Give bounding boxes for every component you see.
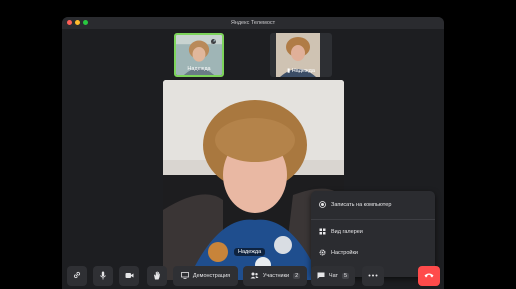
window-title: Яндекс Телемост [230,20,276,26]
minimize-window-button[interactable] [75,20,80,25]
speaker-name-label: Надежда [234,248,266,256]
camera-button[interactable] [119,266,139,286]
screen-share-button[interactable]: Демонстрация [173,266,238,286]
participant-tile[interactable]: 🎤 Надежда [174,33,224,77]
copy-link-button[interactable] [67,266,87,286]
chat-count-badge: 5 [342,273,350,279]
menu-divider [311,219,435,220]
participants-icon [250,272,259,281]
settings-item[interactable]: Настройки [319,249,358,256]
close-window-button[interactable] [67,20,72,25]
record-to-computer-item[interactable]: Записать на компьютер [319,201,391,208]
call-toolbar: Демонстрация Участники 2 Чат 5 [62,263,444,289]
microphone-button[interactable] [93,266,113,286]
maximize-window-button[interactable] [83,20,88,25]
more-dots-icon [368,273,378,279]
participant-tile[interactable]: ▮ Надежда [270,33,332,77]
record-icon [319,201,326,208]
hang-up-button[interactable] [418,266,440,286]
gallery-grid-icon [319,228,326,235]
participants-count-badge: 2 [293,273,301,279]
screen-share-icon [180,271,189,281]
gear-icon [319,249,326,256]
chat-icon [317,272,325,281]
raise-hand-icon [153,271,161,282]
microphone-icon [99,271,107,282]
window-controls [67,20,88,25]
telemost-window: Яндекс Телемост 🎤 Надежда ▮ Надежда Наде… [62,17,444,289]
gallery-view-item[interactable]: Вид галереи [319,228,363,235]
mic-status-icon: 🎤 [211,39,216,44]
raise-hand-button[interactable] [147,266,167,286]
participant-name: ▮ Надежда [287,68,315,74]
participants-button[interactable]: Участники 2 [243,266,307,286]
more-button[interactable] [362,266,384,286]
title-bar: Яндекс Телемост [62,17,444,29]
link-icon [73,271,81,281]
participant-name: Надежда [187,66,211,72]
chat-button[interactable]: Чат 5 [311,266,355,286]
hang-up-icon [424,272,434,280]
camera-icon [125,272,134,281]
